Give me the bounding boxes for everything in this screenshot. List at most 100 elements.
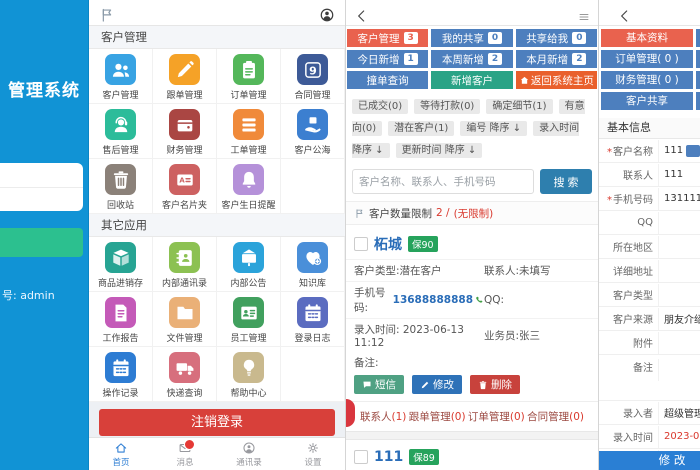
tab-消息[interactable]: 消息 [153, 438, 217, 470]
app-tile-售后管理[interactable]: 售后管理 [89, 104, 153, 159]
nav-返回系统主页[interactable]: 返回系统主页 [515, 71, 597, 89]
app-tile-财务管理[interactable]: 财务管理 [153, 104, 217, 159]
nav-我的共享[interactable]: 我的共享 0 [431, 29, 513, 47]
app-tile-工作报告[interactable]: 工作报告 [89, 292, 153, 347]
field-row-客户来源: 客户来源 朋友介绍 [599, 307, 700, 331]
users-icon [112, 63, 129, 77]
related-link[interactable]: 合同管理(0) [527, 409, 584, 424]
field-row-QQ: QQ [599, 211, 700, 235]
customer-checkbox[interactable] [354, 237, 368, 251]
vip-badge: 保90 [408, 236, 438, 252]
app-tile-快递查询[interactable]: 快递查询 [153, 347, 217, 402]
namecard-icon: A [176, 174, 193, 185]
app-tile-内部通讯录[interactable]: 内部通讯录 [153, 237, 217, 292]
app-tile-回收站[interactable]: 回收站 [89, 159, 153, 214]
app-tile-客户管理[interactable]: 客户管理 [89, 49, 153, 104]
flag-icon [102, 8, 112, 22]
detail-menu-客户共享[interactable]: 客户共享 [601, 92, 693, 110]
nav-客户管理[interactable]: 客户管理 3 [347, 29, 429, 47]
app-label: 客户公海 [294, 146, 331, 156]
login-input-card [0, 163, 83, 211]
修改-button[interactable]: 修改 [412, 375, 462, 394]
app-tile-操作记录[interactable]: 操作记录 [89, 347, 153, 402]
detail-menu-财务管理( 0 )[interactable]: 财务管理( 0 ) [601, 71, 693, 89]
logout-button[interactable]: 注销登录 [99, 409, 335, 436]
filter-chip[interactable]: 已成交(0) [352, 99, 409, 114]
password-field[interactable] [0, 188, 83, 212]
search-input[interactable] [352, 169, 534, 194]
app-tile-文件管理[interactable]: 文件管理 [153, 292, 217, 347]
app-label: 员工管理 [230, 334, 267, 344]
profile-icon[interactable] [319, 4, 335, 21]
phone-icon [476, 296, 483, 303]
app-tile-订单管理[interactable]: 订单管理 [217, 49, 281, 104]
list-header [346, 0, 598, 26]
menu-icon[interactable] [578, 6, 590, 20]
back-icon[interactable] [354, 5, 370, 22]
field-row-详细地址: 详细地址 [599, 259, 700, 283]
login-button[interactable] [0, 228, 83, 257]
section-header: 客户管理 [89, 26, 345, 49]
app-tile-客户生日提醒[interactable]: 客户生日提醒 [217, 159, 281, 214]
app-label: 快递查询 [166, 389, 203, 399]
truck-icon [176, 362, 193, 375]
svg-text:9: 9 [309, 64, 317, 77]
save-button[interactable]: 修 改 [599, 451, 700, 470]
nav-共享给我[interactable]: 共享给我 0 [515, 29, 597, 47]
chevron-icon [358, 9, 365, 22]
field-value: 超级管理员 [658, 401, 700, 424]
app-label: 财务管理 [166, 146, 203, 156]
filter-chip[interactable]: 等待打款(0) [414, 99, 481, 114]
app-tile-客户名片夹[interactable]: A 客户名片夹 [153, 159, 217, 214]
person-icon [320, 8, 334, 21]
detail-menu-secondary[interactable] [696, 92, 700, 110]
app-label: 合同管理 [294, 91, 331, 101]
chevron-icon [621, 9, 628, 22]
app-tile-知识库[interactable]: 知识库 [281, 237, 345, 292]
field-row-附件: 附件 [599, 331, 700, 355]
section-title: 基本信息 [599, 118, 700, 139]
calendar-icon [112, 358, 129, 376]
nav-本月新增[interactable]: 本月新增 2 [515, 50, 597, 68]
related-link[interactable]: 订单管理(0) [468, 409, 525, 424]
nav-撞单查询[interactable]: 撞单查询 [347, 71, 429, 89]
detail-menu-基本资料[interactable]: 基本资料 [601, 29, 693, 47]
短信-button[interactable]: 短信 [354, 375, 404, 394]
related-link[interactable]: 联系人(1) [360, 409, 406, 424]
app-tile-合同管理[interactable]: 9 合同管理 [281, 49, 345, 104]
app-tile-客户公海[interactable]: 客户公海 [281, 104, 345, 159]
customer-name[interactable]: 柘城 [374, 234, 402, 254]
phone: 手机号码: 13688888888 [354, 285, 484, 315]
tab-通讯录[interactable]: 通讯录 [217, 438, 281, 470]
search-button[interactable]: 搜 索 [540, 169, 592, 194]
tab-设置[interactable]: 设置 [281, 438, 345, 470]
wallet-icon [176, 119, 193, 131]
nav-本周新增[interactable]: 本周新增 2 [431, 50, 513, 68]
app-tile-帮助中心[interactable]: 帮助中心 [217, 347, 281, 402]
app-tile-工单管理[interactable]: 工单管理 [217, 104, 281, 159]
app-tile-员工管理[interactable]: 员工管理 [217, 292, 281, 347]
filter-chip[interactable]: 编号 降序 ↓ [460, 121, 528, 136]
detail-menu-secondary[interactable] [696, 29, 700, 47]
app-tile-商品进销存[interactable]: 商品进销存 [89, 237, 153, 292]
nav-今日新增[interactable]: 今日新增 1 [347, 50, 429, 68]
app-tile-内部公告[interactable]: 内部公告 [217, 237, 281, 292]
nav-新增客户[interactable]: 新增客户 [431, 71, 513, 89]
tab-首页[interactable]: 首页 [89, 438, 153, 470]
app-tile-登录日志[interactable]: 登录日志 [281, 292, 345, 347]
back-icon[interactable] [617, 5, 633, 22]
detail-menu-订单管理( 0 )[interactable]: 订单管理( 0 ) [601, 50, 693, 68]
filter-chip[interactable]: 更新时间 降序 ↓ [395, 143, 483, 158]
filter-chip[interactable]: 确定细节(1) [486, 99, 553, 114]
filter-chip[interactable]: 潜在客户(1) [388, 121, 455, 136]
customer-checkbox[interactable] [354, 450, 368, 464]
username-field[interactable] [0, 163, 83, 188]
detail-menu-secondary[interactable] [696, 50, 700, 68]
app-tile-跟单管理[interactable]: 跟单管理 [153, 49, 217, 104]
detail-menu-secondary[interactable] [696, 71, 700, 89]
calendar-icon [304, 303, 321, 321]
related-link[interactable]: 跟单管理(0) [409, 409, 466, 424]
app-label: 工作报告 [102, 334, 139, 344]
删除-button[interactable]: 删除 [470, 375, 520, 394]
customer-name[interactable]: 111 [374, 449, 403, 465]
